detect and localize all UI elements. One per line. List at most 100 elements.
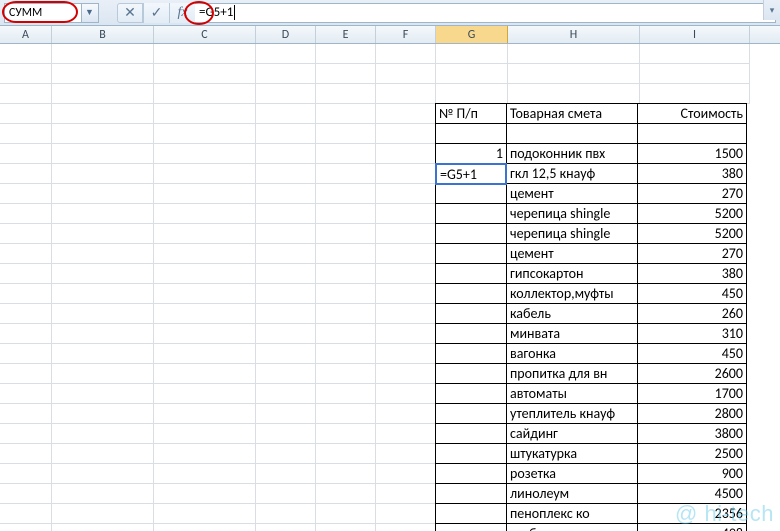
cell[interactable] [316, 344, 376, 364]
cell[interactable] [435, 423, 507, 444]
cell[interactable] [435, 403, 507, 424]
cell[interactable] [154, 364, 256, 384]
cell[interactable] [0, 84, 52, 104]
cell[interactable]: 5200 [637, 203, 747, 224]
cell[interactable] [256, 484, 316, 504]
cell[interactable]: вагонка [506, 343, 638, 364]
cell[interactable]: труба [506, 523, 638, 531]
cell[interactable] [52, 204, 154, 224]
cell[interactable]: коллектор,муфты [506, 283, 638, 304]
cell[interactable] [154, 464, 256, 484]
cell[interactable] [154, 484, 256, 504]
cell[interactable]: сайдинг [506, 423, 638, 444]
cell[interactable]: черепица shingle [506, 203, 638, 224]
cell[interactable]: Стоимость [637, 103, 747, 124]
cell[interactable] [52, 244, 154, 264]
cell[interactable] [0, 264, 52, 284]
cell[interactable] [256, 84, 316, 104]
cell[interactable] [154, 304, 256, 324]
cell[interactable] [435, 263, 507, 284]
cell[interactable] [316, 44, 376, 64]
cell[interactable] [376, 84, 436, 104]
cell[interactable] [435, 443, 507, 464]
cell[interactable]: цемент [506, 183, 638, 204]
cell[interactable] [0, 64, 52, 84]
cell[interactable]: минвата [506, 323, 638, 344]
cell[interactable] [256, 184, 316, 204]
cell[interactable] [316, 124, 376, 144]
cell[interactable] [376, 204, 436, 224]
cell[interactable] [256, 404, 316, 424]
cell[interactable] [316, 484, 376, 504]
cell[interactable] [0, 464, 52, 484]
cell[interactable] [376, 124, 436, 144]
cell[interactable] [256, 264, 316, 284]
cell[interactable] [256, 284, 316, 304]
cell[interactable] [52, 484, 154, 504]
cell[interactable] [256, 224, 316, 244]
cell[interactable] [316, 524, 376, 531]
cell[interactable]: 5200 [637, 223, 747, 244]
cell[interactable] [376, 344, 436, 364]
cell[interactable] [435, 503, 507, 524]
cell[interactable] [376, 64, 436, 84]
cell[interactable] [435, 223, 507, 244]
cell[interactable]: 270 [637, 243, 747, 264]
column-header-e[interactable]: E [316, 26, 376, 43]
cell[interactable] [316, 244, 376, 264]
cell[interactable] [52, 324, 154, 344]
cell[interactable]: 1500 [637, 143, 747, 164]
cell[interactable]: =G5+1 [435, 163, 507, 185]
cell[interactable] [52, 344, 154, 364]
cell[interactable] [436, 64, 508, 84]
cell[interactable] [508, 64, 640, 84]
cell[interactable] [52, 444, 154, 464]
cell[interactable] [0, 204, 52, 224]
cell[interactable] [376, 104, 436, 124]
cell[interactable] [52, 424, 154, 444]
cell[interactable] [0, 124, 52, 144]
cell[interactable] [52, 404, 154, 424]
cell[interactable] [637, 123, 747, 144]
cell[interactable] [376, 444, 436, 464]
cell[interactable]: гипсокартон [506, 263, 638, 284]
cell[interactable] [154, 404, 256, 424]
cell[interactable] [154, 124, 256, 144]
cell[interactable]: 380 [637, 163, 747, 184]
cell[interactable] [0, 444, 52, 464]
cell[interactable] [376, 384, 436, 404]
cell[interactable]: подоконник пвх [506, 143, 638, 164]
cell[interactable] [52, 144, 154, 164]
cell[interactable]: пропитка для вн [506, 363, 638, 384]
cell[interactable] [256, 464, 316, 484]
cell[interactable] [376, 224, 436, 244]
cell[interactable] [316, 324, 376, 344]
cell[interactable] [256, 364, 316, 384]
cell[interactable] [52, 524, 154, 531]
cell[interactable] [154, 344, 256, 364]
cell[interactable] [256, 524, 316, 531]
cell[interactable]: гкл 12,5 кнауф [506, 163, 638, 184]
cell[interactable] [316, 164, 376, 184]
cell[interactable] [52, 504, 154, 524]
cell[interactable]: 1700 [637, 383, 747, 404]
spreadsheet-grid[interactable]: № П/пТоварная сметаСтоимость1подоконник … [0, 44, 780, 531]
cell[interactable] [435, 383, 507, 404]
cell[interactable] [154, 104, 256, 124]
name-box[interactable]: СУММ [4, 3, 82, 23]
cell[interactable]: Товарная смета [506, 103, 638, 124]
cell[interactable] [376, 164, 436, 184]
cell[interactable]: линолеум [506, 483, 638, 504]
cell[interactable] [256, 204, 316, 224]
cell[interactable] [0, 224, 52, 244]
cell[interactable] [154, 144, 256, 164]
cell[interactable] [376, 504, 436, 524]
cell[interactable] [256, 64, 316, 84]
cell[interactable] [154, 264, 256, 284]
cell[interactable] [316, 144, 376, 164]
cell[interactable] [52, 264, 154, 284]
cell[interactable] [435, 283, 507, 304]
column-header-d[interactable]: D [256, 26, 316, 43]
cell[interactable] [52, 384, 154, 404]
cell[interactable] [376, 184, 436, 204]
